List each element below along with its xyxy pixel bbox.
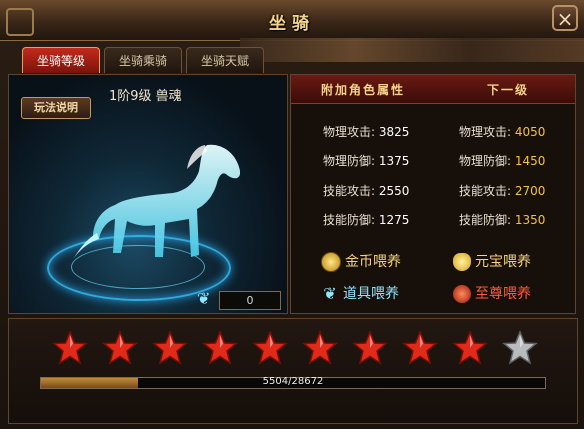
stat-row: 物理攻击: 3825 [323,123,409,140]
item-counter: 0 [219,291,281,310]
header-current-attributes: 附加角色属性 [321,83,406,97]
mount-display-panel: 1阶9级 兽魂 玩法说明 ❦ 0 [8,74,288,314]
star-empty-icon [502,330,538,365]
star-filled-icon [302,330,338,365]
stat-label: 物理防御: [323,154,376,168]
stat-label: 技能攻击: [323,184,376,198]
star-filled-icon [102,330,138,365]
supreme-feed-label: 至尊喂养 [475,286,531,302]
star-filled-icon [202,330,238,365]
stat-label: 物理攻击: [323,125,376,139]
stat-next-value: 4050 [514,125,546,139]
tab-mount-talent[interactable]: 坐骑天赋 [186,47,264,73]
gourd-icon [453,285,471,303]
stat-next-row: 物理攻击: 4050 [459,123,545,140]
stat-row: 技能攻击: 2550 [323,182,409,199]
stat-row: 技能防御: 1275 [323,211,409,228]
stat-value: 1275 [378,213,410,227]
header-next-level: 下一级 [487,83,530,97]
experience-bar: 5504/28672 [40,376,546,389]
yuanbao-feed-button[interactable]: 元宝喂养 [453,251,531,273]
stat-value: 2550 [378,184,410,198]
stat-next-row: 技能防御: 1350 [459,211,545,228]
star-filled-icon [452,330,488,365]
stat-next-label: 物理攻击: [459,125,512,139]
attributes-header: 附加角色属性 下一级 [291,75,575,104]
gold-coin-icon [321,252,341,272]
stat-next-value: 1450 [514,154,546,168]
supreme-feed-button[interactable]: 至尊喂养 [453,283,531,305]
gold-feed-label: 金币喂养 [345,254,401,270]
star-filled-icon [52,330,88,365]
close-button[interactable]: × [552,5,578,31]
background-strip [240,38,584,62]
mount-window: 坐骑 × 坐骑等级 坐骑乘骑 坐骑天赋 1阶9级 兽魂 玩法说明 ❦ 0 附加角… [0,0,584,429]
tab-mount-level[interactable]: 坐骑等级 [22,47,100,73]
star-filled-icon [352,330,388,365]
stat-next-value: 1350 [514,213,546,227]
stat-next-value: 2700 [514,184,546,198]
experience-text: 5504/28672 [262,376,324,387]
star-filled-icon [252,330,288,365]
tab-mount-ride[interactable]: 坐骑乘骑 [104,47,182,73]
item-feed-label: 道具喂养 [343,286,399,302]
wing-icon: ❦ [323,284,337,303]
yuanbao-icon [453,253,471,271]
rules-button[interactable]: 玩法说明 [21,97,91,119]
mount-name-label: 1阶9级 兽魂 [109,89,182,104]
stat-next-row: 物理防御: 1450 [459,152,545,169]
item-feed-button[interactable]: ❦ 道具喂养 [321,283,399,305]
star-filled-icon [402,330,438,365]
yuanbao-feed-label: 元宝喂养 [475,254,531,270]
attributes-panel: 附加角色属性 下一级 物理攻击: 3825 物理攻击: 4050 物理防御: 1… [290,74,576,314]
title-bar: 坐骑 × [0,0,584,41]
stat-next-label: 物理防御: [459,154,512,168]
stat-value: 1375 [378,154,410,168]
stat-next-row: 技能攻击: 2700 [459,182,545,199]
star-filled-icon [152,330,188,365]
progress-panel [8,318,578,424]
window-title: 坐骑 [269,14,315,34]
spirit-horse-image [73,144,241,259]
gold-feed-button[interactable]: 金币喂养 [321,251,401,273]
stat-label: 技能防御: [323,213,376,227]
stat-value: 3825 [378,125,410,139]
stat-next-label: 技能防御: [459,213,512,227]
wing-icon: ❦ [197,289,211,308]
stat-row: 物理防御: 1375 [323,152,409,169]
stat-next-label: 技能攻击: [459,184,512,198]
